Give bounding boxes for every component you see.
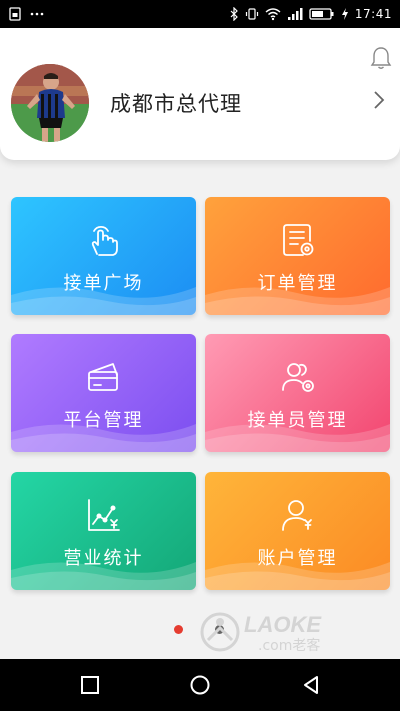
wave-decoration (205, 287, 390, 315)
sim-icon (8, 7, 22, 21)
users-settings-icon (279, 358, 317, 396)
bell-icon[interactable] (370, 46, 392, 70)
profile-card[interactable]: 成都市总代理 (0, 28, 400, 160)
wave-decoration (205, 562, 390, 590)
tile-platform-management[interactable]: 平台管理 (11, 334, 196, 452)
avatar[interactable] (11, 64, 89, 142)
hand-pointer-icon (85, 221, 123, 259)
cards-icon (85, 358, 123, 396)
wifi-icon (265, 7, 281, 21)
profile-name: 成都市总代理 (110, 92, 242, 116)
bluetooth-icon (229, 7, 239, 21)
tile-order-square[interactable]: 接单广场 (11, 197, 196, 315)
tile-account-management[interactable]: 账户管理 (205, 472, 390, 590)
tile-courier-management[interactable]: 接单员管理 (205, 334, 390, 452)
charging-icon (341, 7, 349, 21)
wave-decoration (205, 424, 390, 452)
back-triangle-icon[interactable] (300, 674, 322, 696)
tile-order-management[interactable]: 订单管理 (205, 197, 390, 315)
chevron-right-icon[interactable] (372, 90, 386, 110)
vibrate-icon (245, 7, 259, 21)
wave-decoration (11, 424, 196, 452)
wave-decoration (11, 287, 196, 315)
tile-business-statistics[interactable]: 营业统计 (11, 472, 196, 590)
square-icon[interactable] (79, 674, 101, 696)
signal-icon (287, 7, 303, 21)
circle-icon[interactable] (189, 674, 211, 696)
navigation-bar (0, 659, 400, 711)
battery-icon (309, 7, 335, 21)
order-settings-icon (279, 221, 317, 259)
chart-yen-icon (85, 496, 123, 534)
status-time: 17:41 (354, 7, 392, 21)
watermark-subtext: .com老客 (258, 637, 320, 654)
status-bar: 17:41 (0, 0, 400, 28)
wave-decoration (11, 562, 196, 590)
watermark-text: LAOKE (244, 612, 322, 637)
watermark-logo: LAOKE .com老客 (198, 606, 358, 658)
user-yen-icon (279, 496, 317, 534)
more-dots-icon (30, 11, 44, 17)
pager-dot-active[interactable] (174, 625, 183, 634)
